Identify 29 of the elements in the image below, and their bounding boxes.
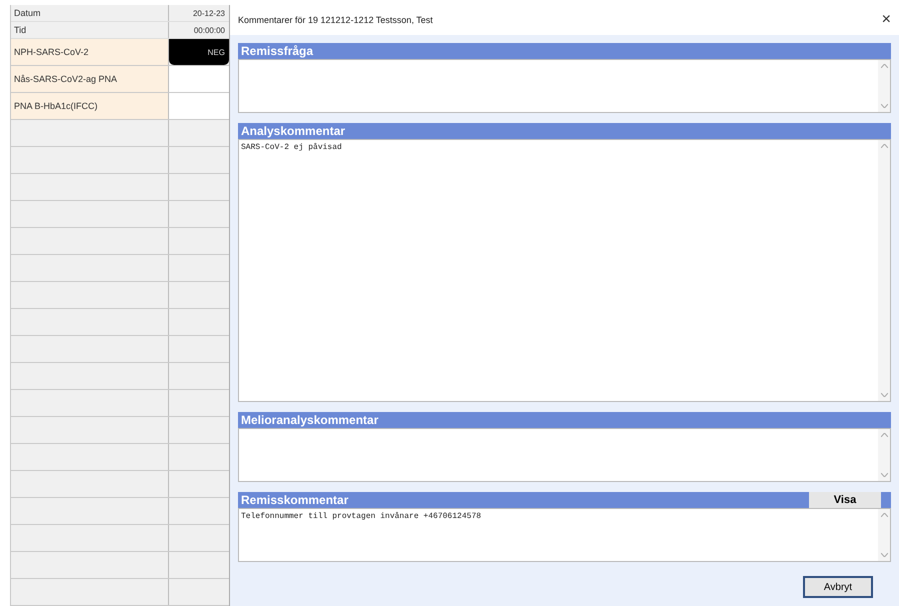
comment-field[interactable] — [238, 428, 891, 482]
section-title: Analyskommentar — [240, 124, 346, 138]
analysis-name-cell: Nås-SARS-CoV2-ag PNA — [11, 66, 169, 92]
scroll-down-icon[interactable] — [880, 393, 888, 397]
comment-field[interactable]: SARS-CoV-2 ej påvisad — [238, 139, 891, 402]
scrollbar[interactable] — [878, 140, 890, 401]
analysis-name-cell: PNA B-HbA1c(IFCC) — [11, 93, 169, 119]
analysis-name-cell: NPH-SARS-CoV-2 — [11, 39, 169, 65]
comment-field[interactable]: Telefonnummer till provtagen invånare +46706124578 — [238, 508, 891, 562]
scroll-up-icon[interactable] — [880, 64, 888, 68]
section-title: Remisskommentar — [240, 493, 348, 507]
section-title: Melioranalyskommentar — [240, 413, 378, 427]
dialog-title: Kommentarer för 19 121212-1212 Testsson, Test — [238, 15, 433, 25]
close-button[interactable]: × — [882, 11, 891, 29]
section-title: Remissfråga — [240, 44, 314, 58]
comment-field[interactable] — [238, 59, 891, 113]
scroll-up-icon[interactable] — [880, 513, 888, 517]
scroll-down-icon[interactable] — [880, 553, 888, 557]
scrollbar[interactable] — [878, 509, 890, 561]
scroll-up-icon[interactable] — [880, 433, 888, 437]
result-cell: NEG — [169, 39, 229, 65]
cancel-button[interactable]: Avbryt — [803, 576, 873, 598]
scroll-down-icon[interactable] — [880, 473, 888, 477]
header-label: Tid — [11, 22, 169, 38]
scroll-up-icon[interactable] — [880, 144, 888, 148]
scroll-down-icon[interactable] — [880, 104, 888, 108]
show-button[interactable]: Visa — [809, 492, 881, 508]
scrollbar[interactable] — [878, 60, 890, 112]
scrollbar[interactable] — [878, 429, 890, 481]
